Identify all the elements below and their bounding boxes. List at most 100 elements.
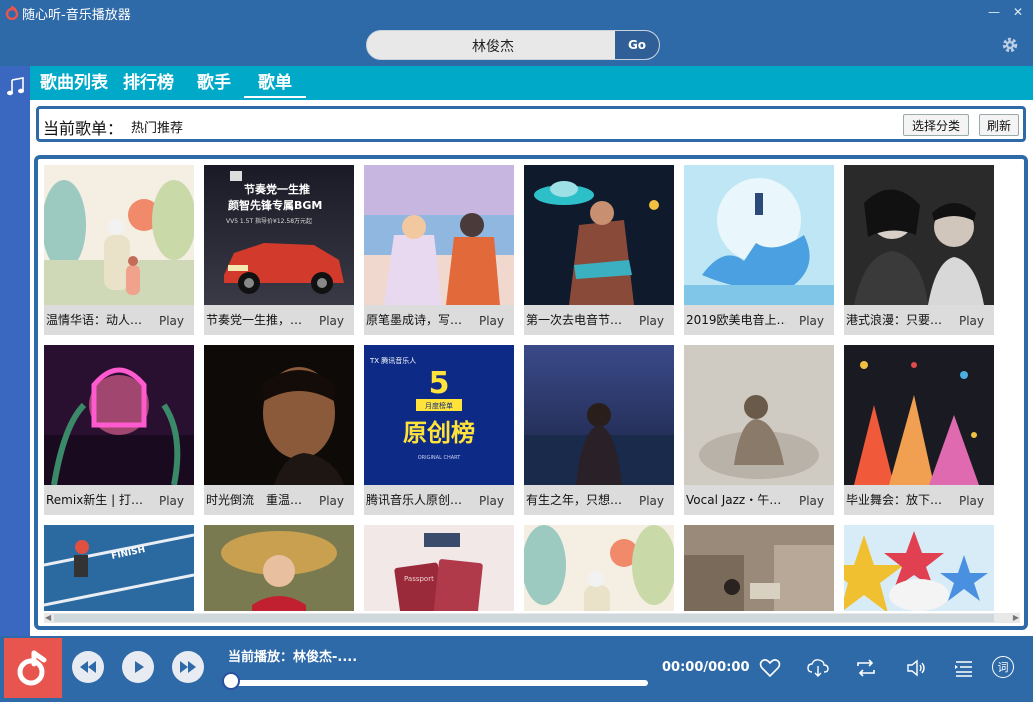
- playlist-card[interactable]: Passport: [364, 525, 514, 611]
- playlist-cover[interactable]: [844, 345, 994, 485]
- refresh-button[interactable]: 刷新: [979, 114, 1019, 136]
- choose-category-button[interactable]: 选择分类: [903, 114, 969, 136]
- playlist-cover[interactable]: [844, 165, 994, 305]
- tab-playlists[interactable]: 歌单: [244, 70, 306, 98]
- playlist-name[interactable]: 腾讯音乐人原创…: [366, 491, 466, 508]
- tab-singers[interactable]: 歌手: [197, 70, 231, 96]
- playlist-cover[interactable]: [204, 525, 354, 611]
- cover-passport-text: Passport: [404, 575, 434, 583]
- play-button[interactable]: Play: [799, 494, 824, 508]
- scrollbar-thumb[interactable]: [54, 614, 994, 622]
- title-bar: 随心听-音乐播放器 — ✕: [0, 0, 1033, 24]
- playlist-card[interactable]: 港式浪漫：只要… Play: [844, 165, 994, 335]
- play-button[interactable]: Play: [479, 314, 504, 328]
- playlist-cover[interactable]: FINISH: [44, 525, 194, 611]
- play-button[interactable]: Play: [319, 494, 344, 508]
- playlist-card[interactable]: TX 腾讯音乐人 5 月度榜单 原创榜 ORIGINAL CHART 腾讯音乐人…: [364, 345, 514, 515]
- playlist-name[interactable]: 节奏党一生推，…: [206, 311, 306, 328]
- playlist-caption: 第一次去电音节… Play: [524, 305, 674, 335]
- previous-button[interactable]: [72, 651, 104, 683]
- playlist-name[interactable]: 第一次去电音节…: [526, 311, 626, 328]
- playlist-card[interactable]: 节奏党一生推 颜智先锋专属BGM VV5 1.5T 指导价¥12.58万元起 节…: [204, 165, 354, 335]
- playlist-name[interactable]: 有生之年，只想…: [526, 491, 626, 508]
- top-bar: Go: [0, 24, 1033, 66]
- progress-bar[interactable]: [232, 680, 648, 686]
- playlist-cover[interactable]: TX 腾讯音乐人 5 月度榜单 原创榜 ORIGINAL CHART: [364, 345, 514, 485]
- play-button[interactable]: Play: [479, 494, 504, 508]
- playlist-name[interactable]: Remix新生 | 打…: [46, 491, 146, 508]
- playlist-name[interactable]: Vocal Jazz・午…: [686, 491, 786, 508]
- play-button[interactable]: Play: [159, 314, 184, 328]
- playlist-card[interactable]: 原笔墨成诗，写… Play: [364, 165, 514, 335]
- download-icon[interactable]: [806, 656, 830, 680]
- playlist-grid-viewport: 温情华语：动人… Play 节奏党一生推 颜智先锋专属BGM VV5 1.5T …: [44, 165, 1020, 611]
- playlist-cover[interactable]: [204, 345, 354, 485]
- playlist-card[interactable]: 温情华语：动人… Play: [44, 165, 194, 335]
- go-button[interactable]: Go: [615, 31, 659, 59]
- heart-icon[interactable]: [758, 656, 782, 680]
- repeat-icon[interactable]: [854, 656, 878, 680]
- playlist-caption: 有生之年，只想… Play: [524, 485, 674, 515]
- playlist-cover[interactable]: [364, 165, 514, 305]
- playlist-caption: Remix新生 | 打… Play: [44, 485, 194, 515]
- gear-icon[interactable]: [1001, 36, 1019, 54]
- minimize-button[interactable]: —: [984, 2, 1004, 22]
- search-input[interactable]: [367, 31, 619, 59]
- playlist-cover[interactable]: [524, 165, 674, 305]
- playlist-name[interactable]: 2019欧美电音上…: [686, 311, 786, 328]
- playlist-cover[interactable]: [524, 525, 674, 611]
- playlist-card[interactable]: FINISH: [44, 525, 194, 611]
- playlist-card[interactable]: 时光倒流 重温… Play: [204, 345, 354, 515]
- tab-charts[interactable]: 排行榜: [123, 70, 174, 96]
- playlist-card[interactable]: 有生之年，只想… Play: [524, 345, 674, 515]
- tab-bar: 歌曲列表 排行榜 歌手 歌单: [30, 66, 1033, 100]
- playlist-cover[interactable]: [844, 525, 994, 611]
- playlist-card[interactable]: [844, 525, 994, 611]
- scroll-left-icon[interactable]: ◀: [45, 613, 51, 622]
- playlist-card[interactable]: [684, 525, 834, 611]
- fast-forward-icon: [180, 661, 196, 673]
- horizontal-scrollbar[interactable]: ◀ ▶: [44, 613, 1020, 623]
- playlist-caption: 港式浪漫：只要… Play: [844, 305, 994, 335]
- progress-knob[interactable]: [222, 672, 240, 690]
- playlist-icon[interactable]: [952, 656, 976, 680]
- play-pause-button[interactable]: [122, 651, 154, 683]
- playlist-cover[interactable]: [44, 345, 194, 485]
- playlist-name[interactable]: 温情华语：动人…: [46, 311, 146, 328]
- close-button[interactable]: ✕: [1008, 2, 1028, 22]
- playlist-name[interactable]: 时光倒流 重温…: [206, 491, 306, 508]
- play-button[interactable]: Play: [159, 494, 184, 508]
- playlist-card[interactable]: 第一次去电音节… Play: [524, 165, 674, 335]
- playlist-card[interactable]: [204, 525, 354, 611]
- cover-eng-text: ORIGINAL CHART: [418, 455, 462, 461]
- music-note-icon[interactable]: [6, 76, 26, 98]
- playlist-card[interactable]: [524, 525, 674, 611]
- playlist-name[interactable]: 港式浪漫：只要…: [846, 311, 946, 328]
- playlist-caption: 原笔墨成诗，写… Play: [364, 305, 514, 335]
- playlist-cover[interactable]: Passport: [364, 525, 514, 611]
- volume-icon[interactable]: [904, 656, 928, 680]
- lyrics-button[interactable]: 词: [992, 656, 1014, 678]
- playlist-name[interactable]: 毕业舞会：放下…: [846, 491, 946, 508]
- play-button[interactable]: Play: [959, 314, 984, 328]
- scroll-right-icon[interactable]: ▶: [1013, 613, 1019, 622]
- play-button[interactable]: Play: [639, 494, 664, 508]
- playlist-card[interactable]: 2019欧美电音上… Play: [684, 165, 834, 335]
- playlist-cover[interactable]: [44, 165, 194, 305]
- tab-song-list[interactable]: 歌曲列表: [40, 70, 108, 96]
- play-button[interactable]: Play: [639, 314, 664, 328]
- play-button[interactable]: Play: [959, 494, 984, 508]
- playlist-cover[interactable]: 节奏党一生推 颜智先锋专属BGM VV5 1.5T 指导价¥12.58万元起: [204, 165, 354, 305]
- play-button[interactable]: Play: [799, 314, 824, 328]
- playlist-card[interactable]: Remix新生 | 打… Play: [44, 345, 194, 515]
- playlist-card[interactable]: Vocal Jazz・午… Play: [684, 345, 834, 515]
- cover-sub-text: 月度榜单: [425, 401, 453, 410]
- playlist-card[interactable]: 毕业舞会：放下… Play: [844, 345, 994, 515]
- playlist-cover[interactable]: [684, 165, 834, 305]
- playlist-cover[interactable]: [524, 345, 674, 485]
- play-button[interactable]: Play: [319, 314, 344, 328]
- playlist-name[interactable]: 原笔墨成诗，写…: [366, 311, 466, 328]
- playlist-cover[interactable]: [684, 345, 834, 485]
- next-button[interactable]: [172, 651, 204, 683]
- playlist-cover[interactable]: [684, 525, 834, 611]
